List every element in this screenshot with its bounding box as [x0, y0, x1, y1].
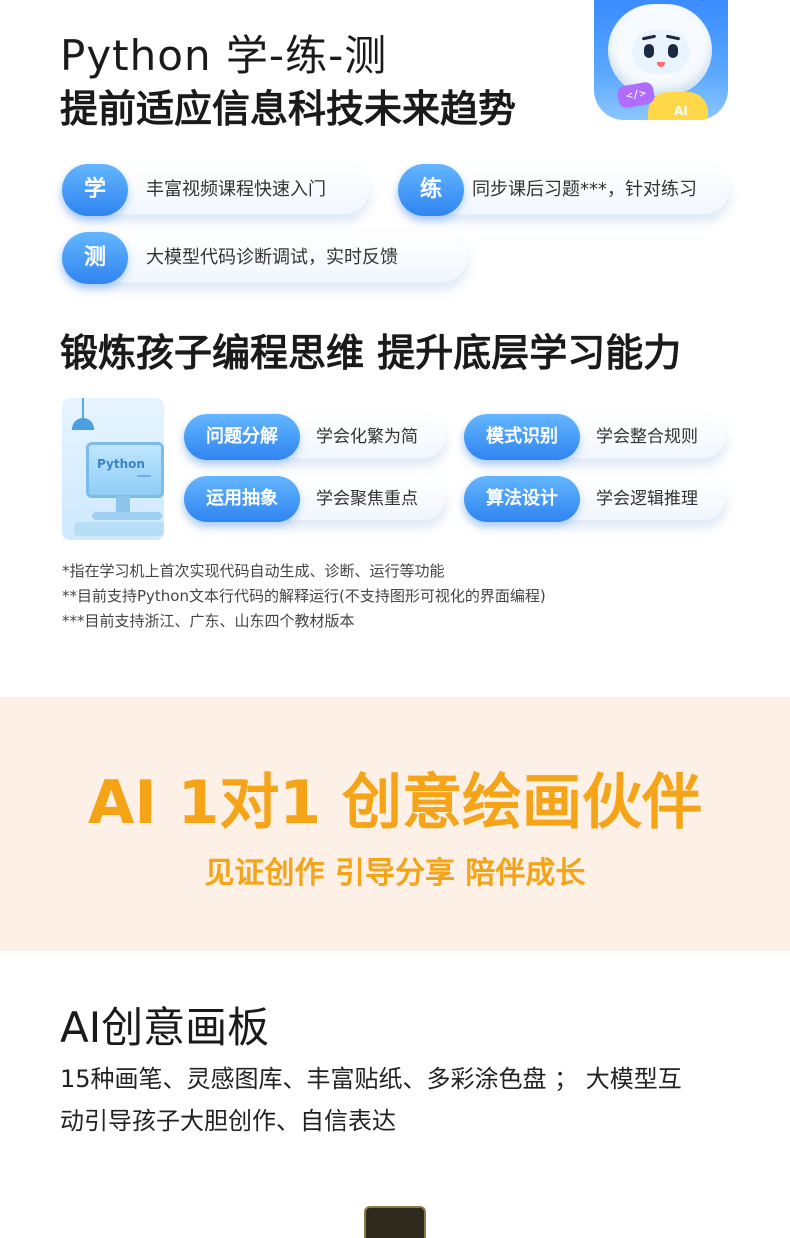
feature-learn-text: 丰富视频课程快速入门 [146, 179, 326, 200]
skill-pill-pattern: 模式识别 学会整合规则 [464, 414, 726, 460]
mascot-eye-right [668, 44, 678, 58]
feature-practice-text: 同步课后习题***，针对练习 [472, 179, 697, 200]
monitor-screen-text: Python [97, 457, 145, 471]
computer-illustration: Python [62, 398, 164, 540]
monitor-screen-line [137, 475, 151, 477]
mascot-face [632, 30, 690, 74]
board-description-line2: 动引导孩子大胆创作、自信表达 [60, 1107, 396, 1135]
monitor-base [92, 512, 162, 520]
mascot-head [608, 4, 712, 96]
page-subtitle: 提前适应信息科技未来趋势 [60, 87, 517, 131]
section-heading-thinking: 锻炼孩子编程思维 提升底层学习能力 [60, 331, 682, 375]
banner-title: AI 1对1 创意绘画伙伴 [87, 768, 703, 838]
tablet-device-image [364, 1206, 426, 1238]
mascot-brow-right [665, 34, 681, 41]
banner-subtitle: 见证创作 引导分享 陪伴成长 [204, 856, 586, 891]
footnote-2: **目前支持Python文本行代码的解释运行(不支持图形可视化的界面编程) [62, 587, 546, 605]
mascot-mouth [657, 62, 665, 67]
practice-icon: 练 [398, 164, 464, 216]
page-title: Python 学-练-测 [60, 31, 388, 80]
footnote-1: *指在学习机上首次实现代码自动生成、诊断、运行等功能 [62, 562, 445, 580]
skill-pill-abstraction: 运用抽象 学会聚焦重点 [184, 476, 446, 522]
skill-tag: 模式识别 [464, 414, 580, 460]
learn-icon: 学 [62, 164, 128, 216]
board-description: 15种画笔、灵感图库、丰富贴纸、多彩涂色盘 ； 大模型互 动引导孩子大胆创作、自… [60, 1058, 760, 1142]
skill-text: 学会整合规则 [596, 427, 698, 447]
board-title: AI创意画板 [60, 1003, 270, 1052]
skill-tag: 运用抽象 [184, 476, 300, 522]
monitor-icon: Python [86, 442, 164, 498]
skill-pill-decomposition: 问题分解 学会化繁为简 [184, 414, 446, 460]
skill-text: 学会聚焦重点 [316, 489, 418, 509]
skill-tag: 算法设计 [464, 476, 580, 522]
mascot-ai-badge: AI [674, 104, 688, 118]
keyboard-icon [74, 522, 164, 536]
feature-pill-learn: 学 丰富视频课程快速入门 [62, 164, 370, 216]
footnote-3: ***目前支持浙江、广东、山东四个教材版本 [62, 612, 355, 630]
lamp-icon [72, 418, 94, 430]
skill-tag: 问题分解 [184, 414, 300, 460]
feature-test-text: 大模型代码诊断调试，实时反馈 [146, 247, 398, 268]
test-icon: 测 [62, 232, 128, 284]
feature-pill-practice: 练 同步课后习题***，针对练习 [398, 164, 730, 216]
board-description-line1: 15种画笔、灵感图库、丰富贴纸、多彩涂色盘 ； 大模型互 [60, 1065, 682, 1093]
lamp-stem [82, 398, 84, 420]
mascot-brow-left [641, 34, 657, 41]
mascot-eye-left [644, 44, 654, 58]
skill-text: 学会化繁为简 [316, 427, 418, 447]
skill-pill-algorithm: 算法设计 学会逻辑推理 [464, 476, 726, 522]
feature-pill-test: 测 大模型代码诊断调试，实时反馈 [62, 232, 468, 284]
robot-mascot-image: </> AI [594, 0, 728, 120]
skill-text: 学会逻辑推理 [596, 489, 698, 509]
